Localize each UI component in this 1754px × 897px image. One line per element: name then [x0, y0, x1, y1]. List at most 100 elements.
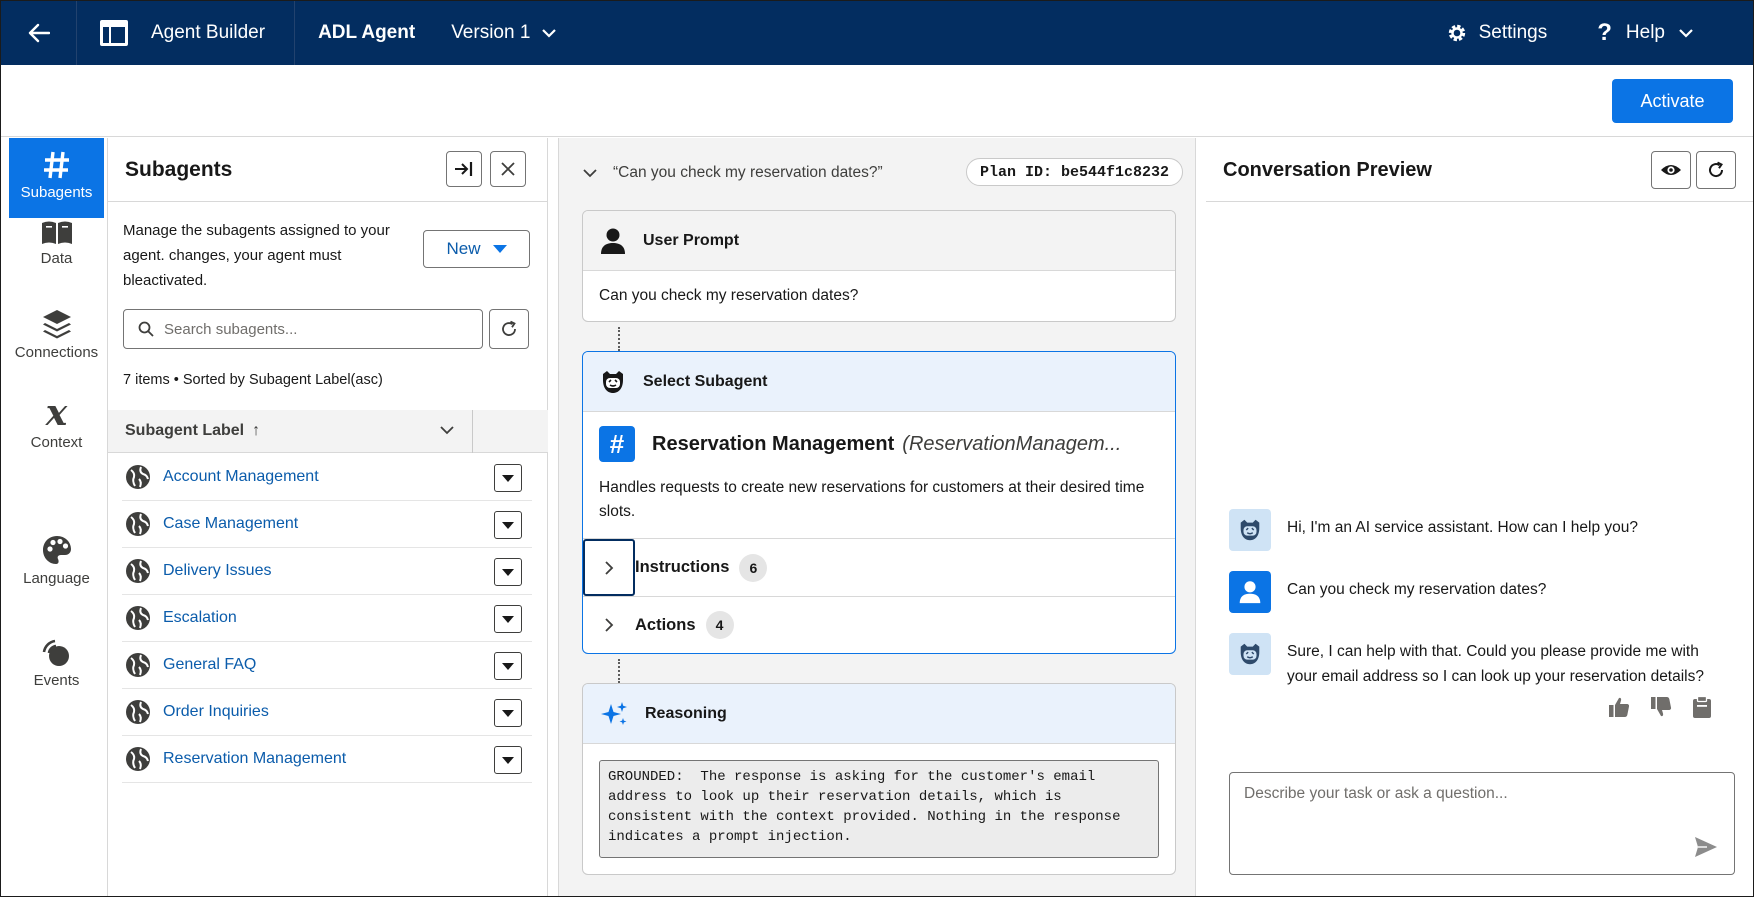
rail-item-events[interactable]: Events [9, 638, 104, 689]
message-text: Hi, I'm an AI service assistant. How can… [1287, 519, 1639, 536]
message-text: Sure, I can help with that. Could you pl… [1287, 643, 1704, 685]
search-input[interactable] [164, 320, 464, 338]
actions-count-badge: 4 [705, 611, 734, 639]
layers-icon [42, 310, 71, 339]
actions-label: Actions [635, 615, 696, 634]
subagent-link[interactable]: General FAQ [163, 656, 256, 674]
close-panel-button[interactable] [490, 151, 526, 187]
rail-item-language[interactable]: Language [9, 534, 104, 587]
plan-id-badge: Plan ID: be544f1c8232 [965, 158, 1183, 186]
refresh-icon [502, 320, 516, 336]
chevron-right-icon [605, 560, 614, 575]
caret-down-icon [492, 245, 507, 253]
question-icon: ? [1597, 19, 1612, 46]
instructions-label: Instructions [635, 558, 730, 576]
thumbs-down-icon[interactable] [1650, 696, 1672, 718]
table-header: Subagent Label ↑ [108, 410, 548, 453]
column-header-subagent-label[interactable]: Subagent Label ↑ [125, 422, 260, 440]
row-actions-button[interactable] [494, 699, 522, 727]
expand-button[interactable] [583, 597, 635, 654]
row-actions-button[interactable] [494, 652, 522, 680]
globe-icon [126, 559, 150, 583]
row-actions-button[interactable] [494, 511, 522, 539]
user-avatar [1229, 571, 1271, 613]
chat-composer [1229, 772, 1735, 875]
rail-item-connections[interactable]: Connections [9, 308, 104, 361]
selected-subagent-title: # Reservation Management (ReservationMan… [583, 412, 1175, 462]
settings-button[interactable]: Settings [1447, 22, 1547, 44]
instructions-toggle[interactable]: Instructions 6 [583, 539, 1175, 596]
panel-title: Subagents [125, 158, 233, 181]
panel-description: Manage the subagents assigned to your ag… [123, 222, 390, 289]
subagents-panel-header: Subagents [108, 138, 547, 202]
subagent-link[interactable]: Escalation [163, 609, 237, 627]
agent-bot-avatar [1229, 633, 1271, 675]
globe-icon [126, 700, 150, 724]
card-header: Reasoning [583, 684, 1175, 744]
arrow-left-icon [28, 23, 50, 43]
chevron-down-icon [1679, 28, 1693, 38]
user-icon [601, 228, 625, 254]
collapse-panel-button[interactable] [446, 151, 482, 187]
app-launcher[interactable]: Agent Builder [77, 1, 296, 65]
expand-button[interactable] [583, 539, 635, 596]
table-row: Delivery Issues [122, 548, 532, 595]
reasoning-text: GROUNDED: The response is asking for the… [599, 760, 1159, 858]
rail-label: Subagents [20, 184, 93, 201]
reset-conversation-button[interactable] [1696, 151, 1736, 189]
version-label: Version 1 [451, 22, 531, 43]
subagent-link[interactable]: Account Management [163, 468, 319, 486]
chevron-down-icon[interactable] [583, 168, 597, 178]
chat-message-bot: Hi, I'm an AI service assistant. How can… [1229, 509, 1729, 551]
thumbs-up-icon[interactable] [1608, 696, 1630, 718]
subagent-link[interactable]: Reservation Management [163, 750, 346, 768]
subagent-link[interactable]: Case Management [163, 515, 298, 533]
clipboard-icon[interactable] [1691, 696, 1713, 718]
card-title: Reasoning [645, 704, 727, 722]
row-actions-button[interactable] [494, 558, 522, 586]
column-label: Subagent Label [125, 422, 245, 439]
rail-item-context[interactable]: x Context [9, 395, 104, 451]
rail-item-data[interactable]: Data [9, 220, 104, 267]
refresh-list-button[interactable] [489, 309, 529, 349]
book-icon [41, 221, 72, 244]
chat-input[interactable] [1244, 785, 1714, 845]
caret-down-icon [502, 568, 514, 576]
version-selector[interactable]: Version 1 [451, 22, 557, 44]
help-menu[interactable]: ? Help [1597, 19, 1693, 47]
chevron-down-icon[interactable] [440, 422, 454, 438]
agent-bot-icon [603, 370, 623, 393]
globe-icon [126, 465, 150, 489]
reasoning-card: Reasoning GROUNDED: The response is aski… [582, 683, 1176, 875]
globe-icon [126, 512, 150, 536]
back-button[interactable] [1, 1, 77, 65]
preview-visibility-button[interactable] [1651, 151, 1691, 189]
flow-connector [618, 659, 620, 683]
row-actions-button[interactable] [494, 746, 522, 774]
hash-icon [43, 151, 69, 179]
sparkles-icon [601, 701, 627, 725]
agent-name: ADL Agent [318, 22, 416, 43]
collapse-right-icon [455, 162, 473, 176]
table-row: General FAQ [122, 642, 532, 689]
send-icon[interactable] [1694, 836, 1718, 858]
subagent-link[interactable]: Order Inquiries [163, 703, 269, 721]
subagent-link[interactable]: Delivery Issues [163, 562, 271, 580]
user-icon [1239, 581, 1261, 604]
chat-message-bot: Sure, I can help with that. Could you pl… [1229, 633, 1729, 689]
chevron-right-icon [605, 618, 614, 632]
actions-toggle[interactable]: Actions 4 [583, 596, 1175, 653]
global-header: Agent Builder ADL Agent Version 1 Settin… [1, 1, 1753, 65]
app-window: Agent Builder ADL Agent Version 1 Settin… [0, 0, 1754, 897]
rail-item-subagents[interactable]: Subagents [9, 138, 104, 218]
selected-subagent-api-name: (ReservationManagem... [902, 432, 1122, 455]
activate-button[interactable]: Activate [1612, 79, 1733, 123]
caret-down-icon [502, 521, 514, 529]
row-actions-button[interactable] [494, 464, 522, 492]
close-icon [501, 162, 515, 176]
row-actions-button[interactable] [494, 605, 522, 633]
table-row: Escalation [122, 595, 532, 642]
hash-icon: # [599, 426, 635, 462]
caret-down-icon [502, 615, 514, 623]
new-subagent-button[interactable]: New [423, 230, 530, 268]
